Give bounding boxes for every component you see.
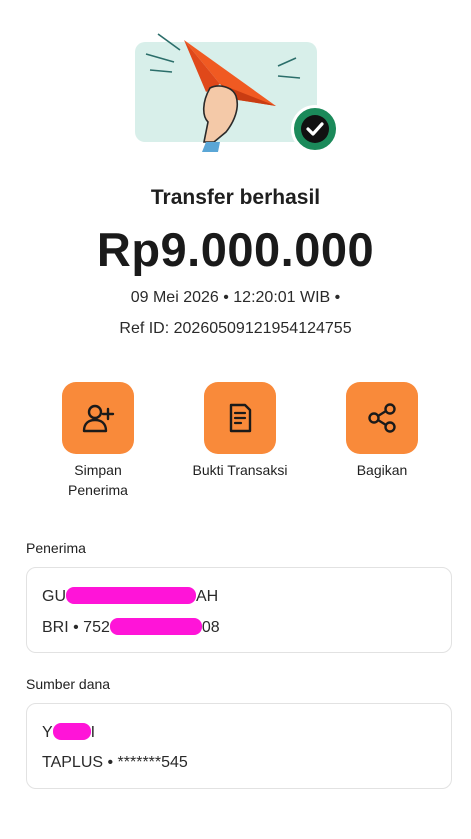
page-title: Transfer berhasil — [150, 186, 321, 209]
recipient-card: GU AH BRI • 752 08 — [26, 567, 452, 653]
source-section-label: Sumber dana — [26, 676, 111, 692]
add-person-icon — [82, 404, 115, 433]
recipient-name-prefix: GU — [42, 588, 66, 605]
success-check-badge — [291, 105, 339, 153]
source-account: TAPLUS • *******545 — [42, 754, 188, 771]
save-recipient-label: Simpan Penerima — [68, 462, 128, 498]
transaction-receipt-button[interactable]: Bukti Transaksi — [170, 382, 310, 480]
share-button[interactable]: Bagikan — [312, 382, 452, 480]
checkmark-icon — [301, 115, 329, 143]
transfer-amount: Rp9.000.000 — [96, 223, 375, 276]
recipient-name: GU AH — [42, 587, 218, 606]
transaction-receipt-label: Bukti Transaksi — [192, 462, 288, 478]
source-card: YI TAPLUS • *******545 — [26, 703, 452, 789]
transfer-datetime: 09 Mei 2026 • 12:20:01 WIB • — [130, 289, 341, 306]
share-icon-tile[interactable] — [346, 382, 418, 454]
source-name-suffix: I — [90, 724, 96, 741]
recipient-bank-suffix: 08 — [201, 619, 220, 636]
share-label: Bagikan — [356, 462, 408, 478]
source-name-prefix: Y — [42, 724, 53, 741]
recipient-section-label: Penerima — [26, 540, 86, 556]
redaction-mask — [52, 723, 91, 740]
save-recipient-icon-tile[interactable] — [62, 382, 134, 454]
redaction-mask — [66, 587, 196, 604]
receipt-icon — [229, 403, 252, 433]
recipient-bank-prefix: BRI • 752 — [42, 619, 110, 636]
source-name: YI — [42, 723, 95, 742]
recipient-name-suffix: AH — [196, 588, 219, 605]
reference-id: Ref ID: 20260509121954124755 — [119, 320, 352, 337]
share-icon — [368, 403, 396, 433]
success-illustration — [128, 22, 348, 153]
recipient-account: BRI • 752 08 — [42, 618, 220, 637]
transaction-receipt-icon-tile[interactable] — [204, 382, 276, 454]
save-recipient-button[interactable]: Simpan Penerima — [28, 382, 168, 500]
redaction-mask — [109, 618, 202, 635]
